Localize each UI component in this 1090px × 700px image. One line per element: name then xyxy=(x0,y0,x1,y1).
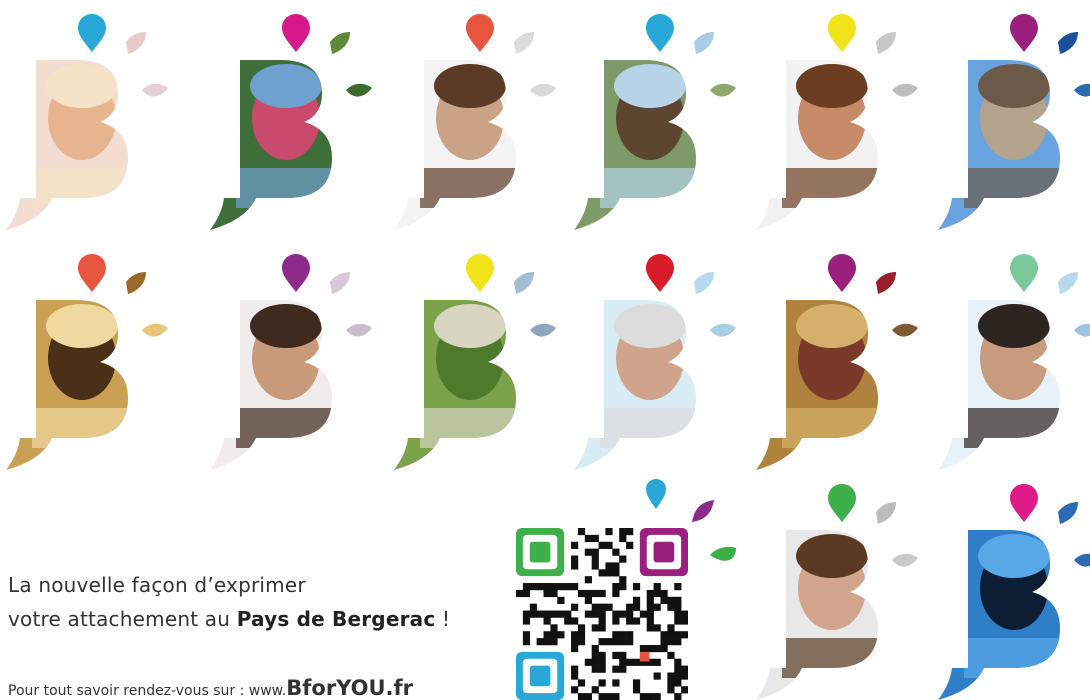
teardrop-side-icon xyxy=(346,83,372,97)
teardrop-pin-icon xyxy=(466,254,494,292)
b-tile-woman-portrait xyxy=(752,8,918,230)
b-tile-girl-portrait xyxy=(2,8,168,230)
website-prefix: Pour tout savoir rendez-vous sur : www. xyxy=(8,683,287,699)
teardrop-small-icon xyxy=(694,32,714,54)
teardrop-green-icon xyxy=(710,546,736,561)
teardrop-small-icon xyxy=(1058,32,1078,54)
teardrop-pin-icon xyxy=(828,14,856,52)
b-tile-aquarium xyxy=(934,478,1090,700)
b-tile-teen-boy-portrait xyxy=(390,8,556,230)
b-tile-cyrano-statue xyxy=(752,248,918,470)
b-tile-bronze-bust xyxy=(2,248,168,470)
teardrop-pin-icon xyxy=(1010,14,1038,52)
b-tile-chateau xyxy=(934,8,1090,230)
website-link[interactable]: BforYOU.fr xyxy=(286,676,413,700)
teardrop-pin-icon xyxy=(1010,254,1038,292)
teardrop-pin-icon xyxy=(78,254,106,292)
b-tile-vineyard-village xyxy=(390,248,556,470)
teardrop-side-icon xyxy=(530,323,556,337)
teardrop-pin-icon xyxy=(466,14,494,52)
website-info: Pour tout savoir rendez-vous sur : www.B… xyxy=(8,676,413,700)
teardrop-purple-icon xyxy=(692,500,714,522)
teardrop-small-icon xyxy=(126,272,146,294)
teardrop-pin-icon xyxy=(646,254,674,292)
teardrop-side-icon xyxy=(892,553,918,567)
tagline-line-2-prefix: votre attachement au xyxy=(8,607,231,631)
teardrop-side-icon xyxy=(530,83,556,97)
teardrop-side-icon xyxy=(710,83,736,97)
teardrop-small-icon xyxy=(514,272,534,294)
teardrop-small-icon xyxy=(876,32,896,54)
tagline-line-2-suffix: ! xyxy=(441,607,451,631)
teardrop-pin-icon xyxy=(282,14,310,52)
b-tile-senior-man-portrait xyxy=(570,248,736,470)
b-tile-gabarre-boat xyxy=(570,8,736,230)
teardrop-side-icon xyxy=(710,323,736,337)
b-tile-young-man-portrait xyxy=(934,248,1090,470)
teardrop-pin-icon xyxy=(828,484,856,522)
teardrop-small-icon xyxy=(1058,502,1078,524)
teardrop-side-icon xyxy=(892,83,918,97)
teardrop-small-icon xyxy=(514,32,534,54)
teardrop-pin-icon xyxy=(78,14,106,52)
teardrop-side-icon xyxy=(142,323,168,337)
teardrop-pin-icon xyxy=(646,14,674,52)
b-tile-young-woman-portrait xyxy=(752,478,918,700)
teardrop-pin-icon xyxy=(1010,484,1038,522)
tagline-line-1: La nouvelle façon d’exprimer xyxy=(8,573,306,597)
teardrop-small-icon xyxy=(126,32,146,54)
teardrop-small-icon xyxy=(330,272,350,294)
teardrop-pin-icon xyxy=(646,479,666,509)
teardrop-small-icon xyxy=(330,32,350,54)
tagline: La nouvelle façon d’exprimer votre attac… xyxy=(8,568,450,636)
teardrop-side-icon xyxy=(1074,553,1090,567)
teardrop-small-icon xyxy=(876,502,896,524)
b-tile-canoe-river xyxy=(206,8,372,230)
teardrop-side-icon xyxy=(892,323,918,337)
teardrop-side-icon xyxy=(346,323,372,337)
tagline-line-2: votre attachement au Pays de Bergerac ! xyxy=(8,602,450,636)
teardrop-side-icon xyxy=(142,83,168,97)
teardrop-small-icon xyxy=(1058,272,1078,294)
pays-de-bergerac-text: Pays de Bergerac xyxy=(236,607,436,631)
b-tile-smiling-man-portrait xyxy=(206,248,372,470)
teardrop-small-icon xyxy=(694,272,714,294)
teardrop-side-icon xyxy=(1074,323,1090,337)
teardrop-small-icon xyxy=(876,272,896,294)
teardrop-side-icon xyxy=(1074,83,1090,97)
qr-code[interactable] xyxy=(516,528,688,700)
teardrop-pin-icon xyxy=(282,254,310,292)
teardrop-pin-icon xyxy=(828,254,856,292)
